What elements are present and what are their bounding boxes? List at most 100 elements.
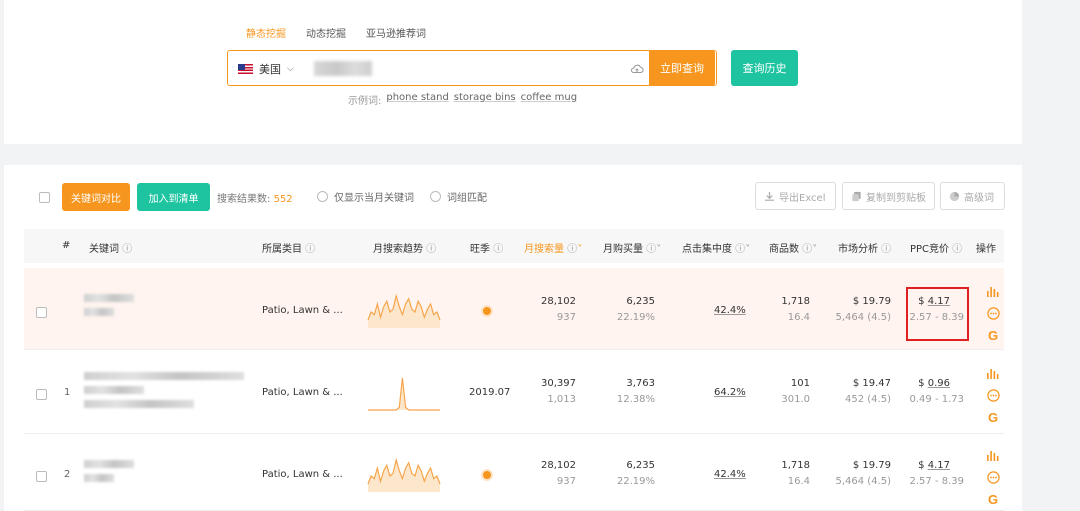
search-volume: 30,397	[541, 378, 576, 389]
bar-chart-icon[interactable]	[986, 284, 1000, 298]
radio-button[interactable]	[317, 191, 328, 202]
blurred-keyword	[84, 386, 144, 394]
root-match-option[interactable]: 词组匹配	[430, 189, 487, 204]
blurred-keyword	[84, 460, 134, 468]
trend-sparkline[interactable]	[367, 370, 441, 412]
help-icon: ⓘ	[567, 244, 578, 255]
header-market[interactable]: 市场分析 ⓘ	[838, 240, 891, 255]
bar-chart-icon[interactable]	[986, 448, 1000, 462]
row-checkbox[interactable]	[36, 307, 47, 318]
search-volume-sub: 1,013	[547, 394, 576, 405]
click-concentration[interactable]: 42.4%	[714, 305, 746, 316]
sort-icon: ˅	[745, 244, 751, 255]
example-link[interactable]: phone stand	[386, 92, 448, 107]
table-row[interactable]: Patio, Lawn & ... 28,102 937 6,235 22.19…	[24, 268, 1004, 350]
header-trend-label: 月搜索趋势	[373, 244, 423, 255]
query-history-button[interactable]: 查询历史	[731, 50, 798, 86]
header-product-count-label: 商品数	[769, 244, 799, 255]
sales-volume: 6,235	[626, 296, 655, 307]
keyword-cell[interactable]	[84, 372, 249, 412]
select-all-checkbox[interactable]	[39, 192, 50, 203]
country-label: 美国	[259, 63, 281, 76]
ppc-bid[interactable]: $ 4.17	[902, 460, 950, 471]
keyword-compare-button[interactable]: 关键词对比	[62, 183, 130, 211]
tab-amazon-recommended[interactable]: 亚马逊推荐词	[366, 25, 426, 40]
blurred-keyword	[84, 400, 194, 408]
ppc-range: 2.57 - 8.39	[909, 476, 965, 487]
radio-button[interactable]	[430, 191, 441, 202]
product-count-sub: 16.4	[787, 312, 810, 323]
add-to-list-button[interactable]: 加入到清单	[137, 183, 210, 211]
trend-sparkline[interactable]	[367, 288, 441, 330]
blurred-keyword	[84, 294, 134, 302]
advanced-label: 高级词	[964, 192, 994, 204]
search-mode-tabs: 静态挖掘 动态挖掘 亚马逊推荐词	[246, 25, 426, 40]
row-index: 2	[64, 469, 71, 480]
page-margin	[1022, 0, 1080, 511]
row-actions: G	[986, 448, 1000, 507]
table-header: # 关键词 ⓘ 所属类目 ⓘ 月搜索趋势 ⓘ 旺季 ⓘ 月搜索量 ⓘ˅ 月购买量…	[24, 229, 1004, 263]
header-monthly-search-label: 月搜索量	[524, 244, 564, 255]
sales-volume: 3,763	[626, 378, 655, 389]
example-link[interactable]: coffee mug	[521, 92, 577, 107]
only-current-month-option[interactable]: 仅显示当月关键词	[317, 189, 414, 204]
category-cell: Patio, Lawn & ...	[262, 387, 343, 398]
google-icon[interactable]: G	[986, 492, 1000, 507]
table-row[interactable]: 1 Patio, Lawn & ... 2019.07 30,397 1,013…	[24, 352, 1004, 434]
header-trend[interactable]: 月搜索趋势 ⓘ	[373, 240, 436, 255]
help-icon: ⓘ	[493, 244, 504, 255]
search-volume-sub: 937	[556, 312, 576, 323]
header-ppc[interactable]: PPC竞价 ⓘ	[910, 240, 962, 255]
header-product-count[interactable]: 商品数 ⓘ˅	[769, 240, 817, 255]
root-match-label: 词组匹配	[447, 193, 487, 204]
keyword-cell[interactable]	[84, 460, 249, 500]
copy-clipboard-button[interactable]: 复制到剪贴板	[842, 182, 935, 210]
keyword-cell[interactable]	[84, 294, 249, 334]
chevron-down-icon: ⌵	[287, 64, 294, 74]
header-monthly-sales[interactable]: 月购买量 ⓘ˅	[603, 240, 661, 255]
market-price[interactable]: $ 19.47	[824, 378, 891, 389]
click-concentration[interactable]: 64.2%	[714, 387, 746, 398]
more-options-icon[interactable]	[986, 470, 1000, 484]
google-icon[interactable]: G	[986, 328, 1000, 343]
advanced-button[interactable]: 高级词	[940, 182, 1005, 210]
market-price[interactable]: $ 19.79	[824, 460, 891, 471]
product-count: 101	[790, 378, 810, 389]
bar-chart-icon[interactable]	[986, 366, 1000, 380]
header-season[interactable]: 旺季 ⓘ	[470, 240, 503, 255]
examples-label: 示例词:	[348, 96, 382, 107]
header-category[interactable]: 所属类目 ⓘ	[262, 240, 315, 255]
tab-static-mining[interactable]: 静态挖掘	[246, 25, 286, 40]
trend-sparkline[interactable]	[367, 452, 441, 494]
example-link[interactable]: storage bins	[454, 92, 516, 107]
header-keyword[interactable]: 关键词 ⓘ	[89, 240, 132, 255]
ppc-bid[interactable]: $ 0.96	[902, 378, 950, 389]
header-monthly-search[interactable]: 月搜索量 ⓘ˅	[524, 240, 582, 255]
more-options-icon[interactable]	[986, 306, 1000, 320]
header-click-concentration[interactable]: 点击集中度 ⓘ˅	[682, 240, 750, 255]
copy-icon	[852, 191, 861, 201]
table-row[interactable]: 2 Patio, Lawn & ... 28,102 937 6,235 22.…	[24, 434, 1004, 511]
market-price[interactable]: $ 19.79	[824, 296, 891, 307]
export-excel-button[interactable]: 导出Excel	[755, 182, 836, 210]
click-concentration[interactable]: 42.4%	[714, 469, 746, 480]
google-icon[interactable]: G	[986, 410, 1000, 425]
tab-dynamic-mining[interactable]: 动态挖掘	[306, 25, 346, 40]
search-input[interactable]: 美国 ⌵	[227, 50, 717, 86]
market-sub: 5,464 (4.5)	[835, 476, 891, 487]
more-options-icon[interactable]	[986, 388, 1000, 402]
row-checkbox[interactable]	[36, 471, 47, 482]
sort-icon: ˅	[656, 244, 662, 255]
search-volume-sub: 937	[556, 476, 576, 487]
cloud-upload-icon[interactable]	[630, 62, 644, 76]
results-toolbar: 关键词对比 加入到清单 搜索结果数: 552 仅显示当月关键词 词组匹配 导出E…	[4, 165, 1022, 225]
sales-rate: 22.19%	[616, 476, 655, 487]
sort-desc-icon: ˅	[577, 244, 583, 255]
country-select[interactable]: 美国 ⌵	[238, 61, 294, 77]
sales-rate: 12.38%	[616, 394, 655, 405]
header-keyword-label: 关键词	[89, 244, 119, 255]
result-count-label: 搜索结果数:	[217, 194, 271, 205]
row-checkbox[interactable]	[36, 389, 47, 400]
search-volume: 28,102	[541, 460, 576, 471]
query-now-button[interactable]: 立即查询	[649, 50, 715, 86]
